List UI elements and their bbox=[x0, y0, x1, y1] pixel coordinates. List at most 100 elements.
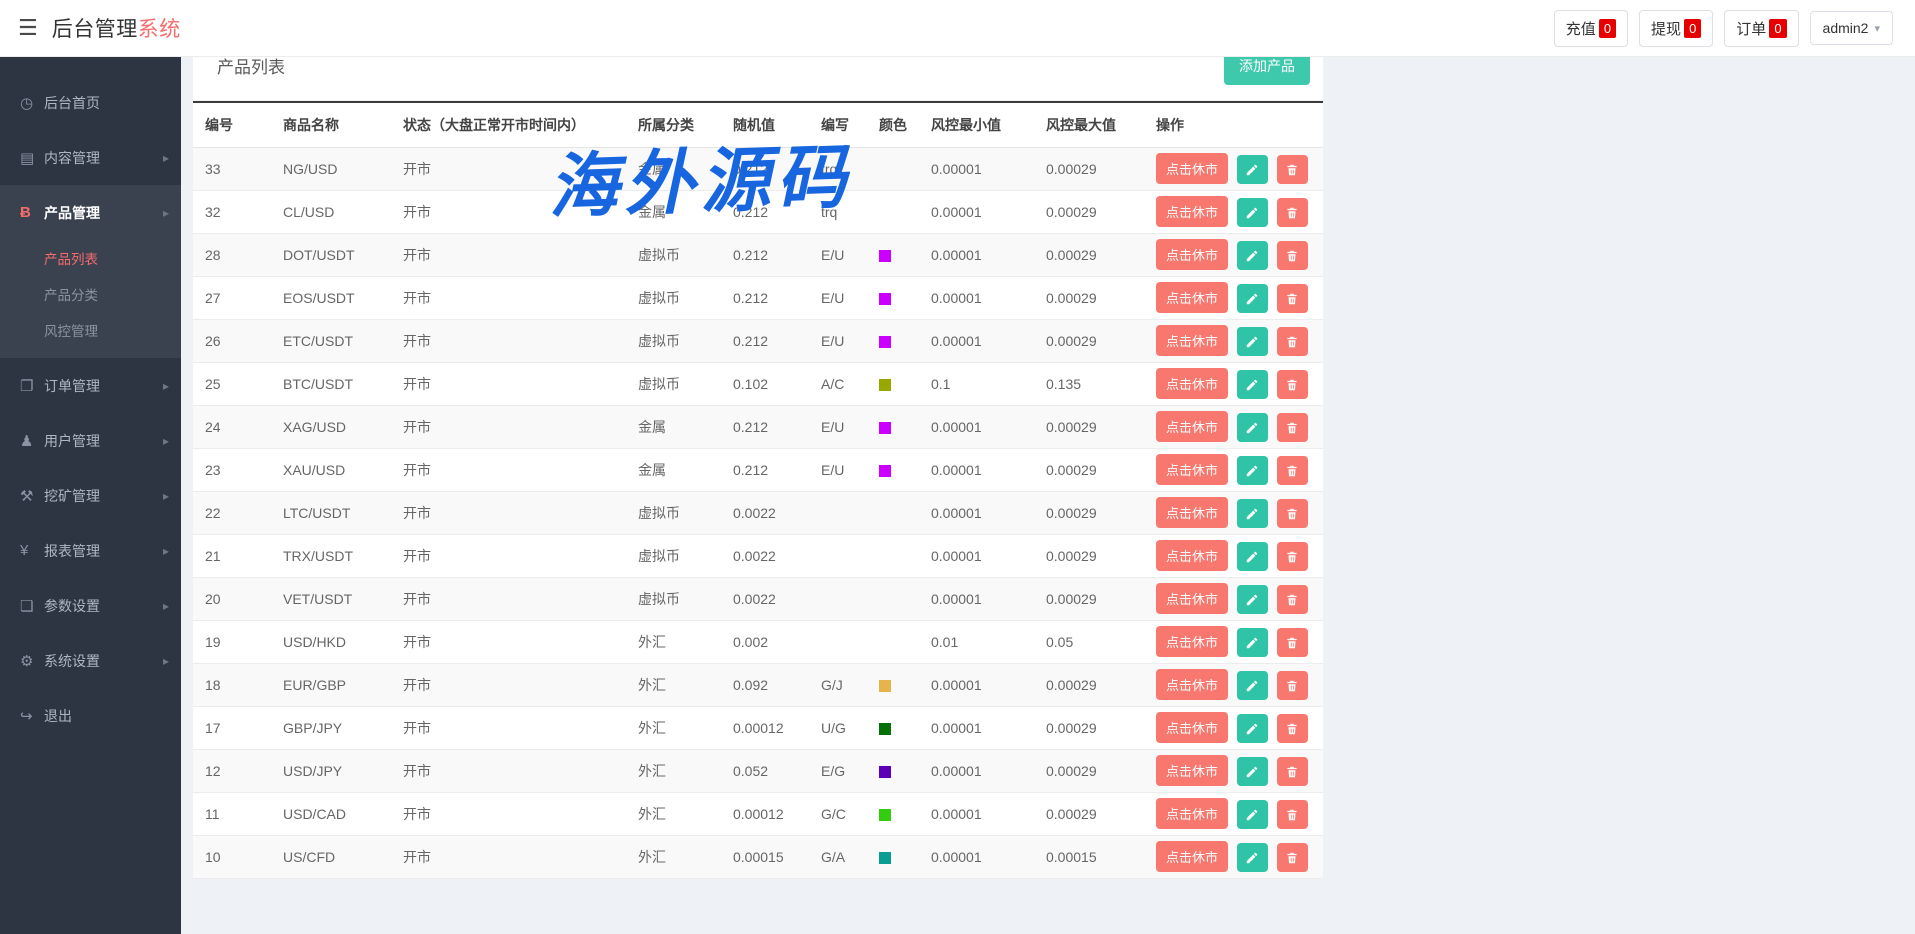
cell-category: 虚拟币 bbox=[626, 319, 721, 362]
cell-product-name: USD/CAD bbox=[271, 792, 391, 835]
close-market-button[interactable]: 点击休市 bbox=[1156, 239, 1228, 270]
stat-badge: 0 bbox=[1684, 19, 1701, 38]
edit-button[interactable] bbox=[1237, 628, 1268, 657]
close-market-button[interactable]: 点击休市 bbox=[1156, 153, 1228, 184]
cell-color bbox=[867, 190, 919, 233]
sidebar-item-系统设置[interactable]: ⚙系统设置▸ bbox=[0, 633, 181, 688]
close-market-button[interactable]: 点击休市 bbox=[1156, 669, 1228, 700]
close-market-button[interactable]: 点击休市 bbox=[1156, 626, 1228, 657]
delete-button[interactable] bbox=[1277, 671, 1308, 700]
delete-button[interactable] bbox=[1277, 628, 1308, 657]
user-menu-button[interactable]: admin2▾ bbox=[1810, 11, 1893, 45]
table-row: 19 USD/HKD 开市 外汇 0.002 0.01 0.05 点击休市 bbox=[193, 620, 1323, 663]
delete-button[interactable] bbox=[1277, 843, 1308, 872]
sidebar-item-后台首页[interactable]: ◷后台首页 bbox=[0, 75, 181, 130]
orders-copy-icon: ❐ bbox=[20, 377, 44, 395]
cell-risk-min: 0.00001 bbox=[919, 792, 1034, 835]
stat-label: 订单 bbox=[1736, 18, 1766, 39]
delete-button[interactable] bbox=[1277, 800, 1308, 829]
delete-button[interactable] bbox=[1277, 757, 1308, 786]
edit-button[interactable] bbox=[1237, 542, 1268, 571]
close-market-button[interactable]: 点击休市 bbox=[1156, 411, 1228, 442]
cell-risk-max: 0.00029 bbox=[1034, 792, 1144, 835]
sidebar-item-参数设置[interactable]: ❏参数设置▸ bbox=[0, 578, 181, 633]
delete-button[interactable] bbox=[1277, 241, 1308, 270]
close-market-button[interactable]: 点击休市 bbox=[1156, 282, 1228, 313]
edit-button[interactable] bbox=[1237, 757, 1268, 786]
close-market-button[interactable]: 点击休市 bbox=[1156, 196, 1228, 227]
sidebar-item-产品管理[interactable]: Ƀ产品管理▸ bbox=[0, 185, 181, 240]
cell-code: trq bbox=[809, 190, 867, 233]
sidebar-subitem-产品分类[interactable]: 产品分类 bbox=[0, 276, 181, 312]
cell-risk-max: 0.00029 bbox=[1034, 663, 1144, 706]
mining-icon: ⚒ bbox=[20, 487, 44, 505]
sidebar-item-挖矿管理[interactable]: ⚒挖矿管理▸ bbox=[0, 468, 181, 523]
cell-product-name: LTC/USDT bbox=[271, 491, 391, 534]
edit-button[interactable] bbox=[1237, 198, 1268, 227]
edit-button[interactable] bbox=[1237, 327, 1268, 356]
edit-button[interactable] bbox=[1237, 671, 1268, 700]
cell-color bbox=[867, 448, 919, 491]
edit-button[interactable] bbox=[1237, 499, 1268, 528]
close-market-button[interactable]: 点击休市 bbox=[1156, 755, 1228, 786]
column-header: 颜色 bbox=[867, 102, 919, 147]
edit-button[interactable] bbox=[1237, 456, 1268, 485]
edit-button[interactable] bbox=[1237, 241, 1268, 270]
topbar: ☰ 后台管理系统 充值0提现0订单0admin2▾ bbox=[0, 0, 1915, 57]
hamburger-menu-icon[interactable]: ☰ bbox=[18, 15, 38, 41]
stat-button-提现[interactable]: 提现0 bbox=[1639, 10, 1713, 47]
delete-button[interactable] bbox=[1277, 155, 1308, 184]
close-market-button[interactable]: 点击休市 bbox=[1156, 325, 1228, 356]
sidebar-menu: ◷后台首页▤内容管理▸Ƀ产品管理▸产品列表产品分类风控管理 ❐订单管理▸♟用户管理… bbox=[0, 75, 181, 743]
delete-button[interactable] bbox=[1277, 413, 1308, 442]
close-market-button[interactable]: 点击休市 bbox=[1156, 841, 1228, 872]
delete-button[interactable] bbox=[1277, 370, 1308, 399]
sidebar-subitem-产品列表[interactable]: 产品列表 bbox=[0, 240, 181, 276]
sidebar-item-订单管理[interactable]: ❐订单管理▸ bbox=[0, 358, 181, 413]
sidebar-item-用户管理[interactable]: ♟用户管理▸ bbox=[0, 413, 181, 468]
delete-button[interactable] bbox=[1277, 456, 1308, 485]
cell-code: E/U bbox=[809, 276, 867, 319]
cell-product-name: BTC/USDT bbox=[271, 362, 391, 405]
pencil-icon bbox=[1245, 335, 1259, 349]
edit-button[interactable] bbox=[1237, 155, 1268, 184]
close-market-button[interactable]: 点击休市 bbox=[1156, 712, 1228, 743]
sidebar-item-内容管理[interactable]: ▤内容管理▸ bbox=[0, 130, 181, 185]
close-market-button[interactable]: 点击休市 bbox=[1156, 583, 1228, 614]
edit-button[interactable] bbox=[1237, 714, 1268, 743]
close-market-button[interactable]: 点击休市 bbox=[1156, 540, 1228, 571]
edit-button[interactable] bbox=[1237, 800, 1268, 829]
cell-id: 12 bbox=[193, 749, 271, 792]
stat-button-充值[interactable]: 充值0 bbox=[1554, 10, 1628, 47]
delete-button[interactable] bbox=[1277, 198, 1308, 227]
table-row: 20 VET/USDT 开市 虚拟币 0.0022 0.00001 0.0002… bbox=[193, 577, 1323, 620]
cell-risk-min: 0.00001 bbox=[919, 749, 1034, 792]
delete-button[interactable] bbox=[1277, 585, 1308, 614]
close-market-button[interactable]: 点击休市 bbox=[1156, 798, 1228, 829]
delete-button[interactable] bbox=[1277, 499, 1308, 528]
close-market-button[interactable]: 点击休市 bbox=[1156, 454, 1228, 485]
edit-button[interactable] bbox=[1237, 370, 1268, 399]
edit-button[interactable] bbox=[1237, 284, 1268, 313]
username: admin2 bbox=[1823, 20, 1869, 36]
delete-button[interactable] bbox=[1277, 714, 1308, 743]
stat-button-订单[interactable]: 订单0 bbox=[1724, 10, 1798, 47]
cell-actions: 点击休市 bbox=[1144, 706, 1323, 749]
color-swatch bbox=[879, 809, 891, 821]
pencil-icon bbox=[1245, 765, 1259, 779]
cell-color bbox=[867, 147, 919, 190]
cell-category: 金属 bbox=[626, 190, 721, 233]
edit-button[interactable] bbox=[1237, 413, 1268, 442]
sidebar-item-label: 用户管理 bbox=[44, 431, 163, 451]
edit-button[interactable] bbox=[1237, 843, 1268, 872]
sidebar-item-退出[interactable]: ↪退出 bbox=[0, 688, 181, 743]
close-market-button[interactable]: 点击休市 bbox=[1156, 497, 1228, 528]
delete-button[interactable] bbox=[1277, 327, 1308, 356]
close-market-button[interactable]: 点击休市 bbox=[1156, 368, 1228, 399]
delete-button[interactable] bbox=[1277, 542, 1308, 571]
edit-button[interactable] bbox=[1237, 585, 1268, 614]
delete-button[interactable] bbox=[1277, 284, 1308, 313]
stat-badge: 0 bbox=[1599, 19, 1616, 38]
sidebar-item-报表管理[interactable]: ¥报表管理▸ bbox=[0, 523, 181, 578]
sidebar-subitem-风控管理[interactable]: 风控管理 bbox=[0, 312, 181, 348]
